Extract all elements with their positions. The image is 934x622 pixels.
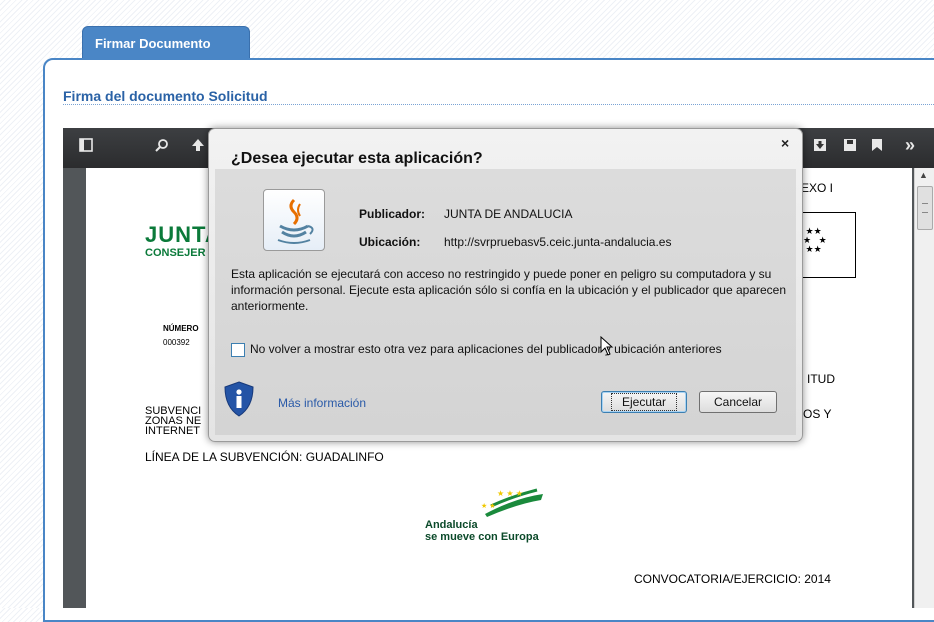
andalucia-logo-line: se mueve con Europa [425,531,539,543]
convocatoria-text: CONVOCATORIA/EJERCICIO: 2014 [634,572,831,586]
subvencion-line: INTERNET [145,425,200,437]
more-tools-icon[interactable]: » [905,135,915,156]
eu-stars-icon: ★★ ★ ★ ★★ [803,226,827,254]
scroll-up-icon[interactable]: ▲ [919,170,928,180]
java-security-dialog: ¿Desea ejecutar esta aplicación? × Publi… [208,128,803,442]
save-icon[interactable] [843,138,857,156]
bookmark-icon[interactable] [871,138,883,156]
andalucia-logo-line: Andalucía [425,519,478,531]
dialog-title: ¿Desea ejecutar esta aplicación? [231,150,483,167]
cancel-button[interactable]: Cancelar [699,391,777,413]
solicitud-tail-text: ITUD [807,372,835,386]
run-button-label: Ejecutar [610,393,678,411]
run-button[interactable]: Ejecutar [601,391,687,413]
numero-label: NÚMERO [163,324,199,333]
section-title: Firma del documento Solicitud [63,88,268,104]
mouse-cursor-icon [600,335,614,361]
dont-show-again-checkbox[interactable] [231,343,245,357]
search-icon[interactable] [155,138,169,156]
dont-show-again-label[interactable]: No volver a mostrar esto otra vez para a… [250,342,722,356]
download-icon[interactable] [813,138,827,156]
andalucia-europa-logo: ★ ★ ★ ★ ★ Andalucía se mueve con Europa [425,488,555,550]
scroll-thumb[interactable] [917,186,933,230]
java-icon [263,189,325,251]
location-label: Ubicación: [359,235,421,249]
subvencion-text: SUBVENCI ZONAS NE INTERNET [145,406,201,437]
anexo-text: EXO I [801,181,834,195]
linea-subvencion-text: LÍNEA DE LA SUBVENCIÓN: GUADALINFO [145,450,384,464]
junta-consejeria-text: CONSEJER [145,247,206,259]
svg-text:★ ★: ★ ★ [481,502,496,510]
svg-text:★ ★ ★: ★ ★ ★ [497,489,523,498]
more-info-link[interactable]: Más información [278,396,366,410]
info-shield-icon [223,381,255,417]
publisher-label: Publicador: [359,207,426,221]
tab-label: Firmar Documento [95,35,211,51]
close-icon[interactable]: × [781,135,789,151]
location-value: http://svrpruebasv5.ceic.junta-andalucia… [444,235,672,249]
sidebar-toggle-icon[interactable] [79,138,93,156]
numero-value: 000392 [163,338,190,347]
warning-text: Esta aplicación se ejecutará con acceso … [231,267,787,313]
arrow-up-icon[interactable] [191,138,205,156]
andalucia-swoosh-icon: ★ ★ ★ ★ ★ [481,488,543,517]
right-tail-text: OS Y [803,407,832,421]
publisher-value: JUNTA DE ANDALUCIA [444,207,573,221]
title-divider [63,104,934,105]
tab-firmar-documento[interactable]: Firmar Documento [82,26,250,59]
vertical-scrollbar[interactable]: ▲ [914,168,934,608]
